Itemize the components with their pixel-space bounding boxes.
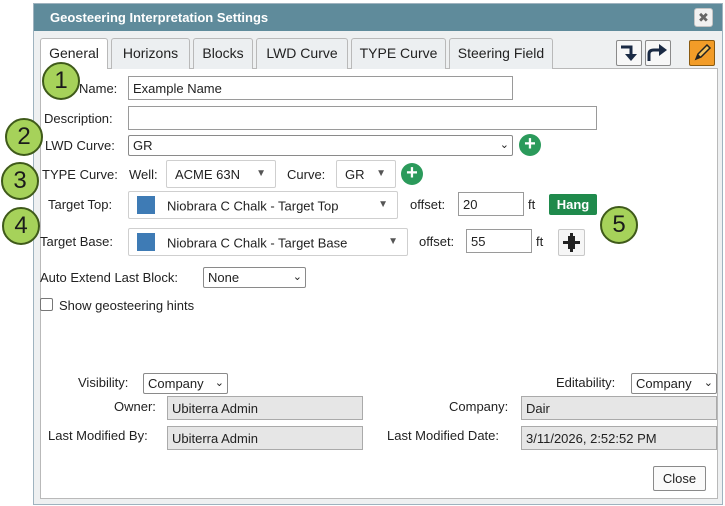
modified-date-label: Last Modified Date: (387, 428, 500, 443)
color-swatch (137, 233, 155, 251)
target-top-dropdown[interactable]: Niobrara C Chalk - Target Top ▼ (128, 191, 398, 219)
color-swatch (137, 196, 155, 214)
curve-label: Curve: (287, 167, 326, 182)
caret-down-icon: ▼ (256, 168, 266, 179)
editability-value: Company (636, 376, 692, 391)
target-top-label: Target Top: (48, 197, 113, 212)
target-top-offset-input[interactable]: 20 (458, 192, 524, 216)
editability-select[interactable]: Company ⌄ (631, 373, 717, 394)
modified-date-field: 3/11/2026, 2:52:52 PM (521, 426, 717, 450)
import-button[interactable] (616, 40, 642, 66)
visibility-label: Visibility: (78, 375, 129, 390)
share-button[interactable] (645, 40, 671, 66)
target-base-unit: ft (536, 234, 544, 249)
target-base-offset-label: offset: (419, 234, 455, 249)
share-arrow-icon (647, 44, 667, 61)
well-label: Well: (129, 167, 158, 182)
type-curve-label: TYPE Curve: (42, 167, 118, 182)
name-label: Name: (79, 81, 118, 96)
editability-label: Editability: (556, 375, 616, 390)
close-button[interactable]: Close (653, 466, 706, 491)
chevron-down-icon: ⌄ (499, 139, 509, 151)
callout-3: 3 (1, 162, 39, 200)
target-top-value: Niobrara C Chalk - Target Top (167, 198, 339, 214)
dialog-titlebar: Geosteering Interpretation Settings (34, 4, 722, 31)
close-icon[interactable]: ✖ (694, 8, 713, 27)
pin-button[interactable] (558, 229, 585, 256)
modified-by-label: Last Modified By: (48, 428, 148, 443)
well-value: ACME 63N (175, 167, 241, 182)
name-input[interactable]: Example Name (128, 76, 513, 100)
owner-label: Owner: (114, 399, 156, 414)
target-top-offset-label: offset: (410, 197, 446, 212)
dialog-title: Geosteering Interpretation Settings (50, 10, 269, 25)
target-base-dropdown[interactable]: Niobrara C Chalk - Target Base ▼ (128, 228, 408, 256)
tab-steering-field[interactable]: Steering Field (449, 38, 553, 69)
curve-value: GR (345, 167, 365, 182)
description-input[interactable] (128, 106, 597, 130)
description-label: Description: (44, 111, 113, 126)
target-base-label: Target Base: (40, 234, 113, 249)
curve-dropdown[interactable]: GR ▼ (336, 160, 396, 188)
well-dropdown[interactable]: ACME 63N ▼ (166, 160, 276, 188)
company-label: Company: (449, 399, 509, 414)
add-type-curve-button[interactable]: + (401, 163, 423, 185)
pin-icon (563, 233, 580, 252)
visibility-value: Company (148, 376, 204, 391)
visibility-select[interactable]: Company ⌄ (143, 373, 228, 394)
company-field: Dair (521, 396, 717, 420)
callout-4: 4 (2, 207, 40, 245)
tab-type-curve[interactable]: TYPE Curve (351, 38, 446, 69)
callout-1: 1 (42, 62, 80, 100)
auto-extend-label: Auto Extend Last Block: (40, 270, 179, 285)
import-arrow-icon (621, 45, 637, 61)
caret-down-icon: ▼ (388, 236, 398, 247)
hints-label: Show geosteering hints (59, 298, 195, 313)
tab-lwd-curve[interactable]: LWD Curve (256, 38, 348, 69)
chevron-down-icon: ⌄ (703, 377, 713, 389)
tab-horizons[interactable]: Horizons (111, 38, 190, 69)
tab-blocks[interactable]: Blocks (193, 38, 253, 69)
lwd-curve-label: LWD Curve: (45, 138, 115, 153)
caret-down-icon: ▼ (376, 168, 386, 179)
caret-down-icon: ▼ (378, 199, 388, 210)
target-top-unit: ft (528, 197, 536, 212)
auto-extend-value: None (208, 270, 240, 285)
callout-5: 5 (600, 206, 638, 244)
edit-button[interactable] (689, 40, 715, 66)
lwd-curve-select[interactable]: GR ⌄ (128, 135, 513, 156)
lwd-curve-value: GR (133, 138, 153, 153)
hang-button[interactable]: Hang (549, 194, 597, 215)
chevron-down-icon: ⌄ (292, 271, 302, 283)
target-base-value: Niobrara C Chalk - Target Base (167, 235, 348, 251)
hints-checkbox[interactable] (40, 298, 53, 311)
pencil-icon (694, 43, 712, 61)
callout-2: 2 (5, 118, 43, 156)
add-lwd-curve-button[interactable]: + (519, 134, 541, 156)
owner-field: Ubiterra Admin (167, 396, 363, 420)
modified-by-field: Ubiterra Admin (167, 426, 363, 450)
target-base-offset-input[interactable]: 55 (466, 229, 532, 253)
auto-extend-select[interactable]: None ⌄ (203, 267, 306, 288)
chevron-down-icon: ⌄ (214, 377, 224, 389)
